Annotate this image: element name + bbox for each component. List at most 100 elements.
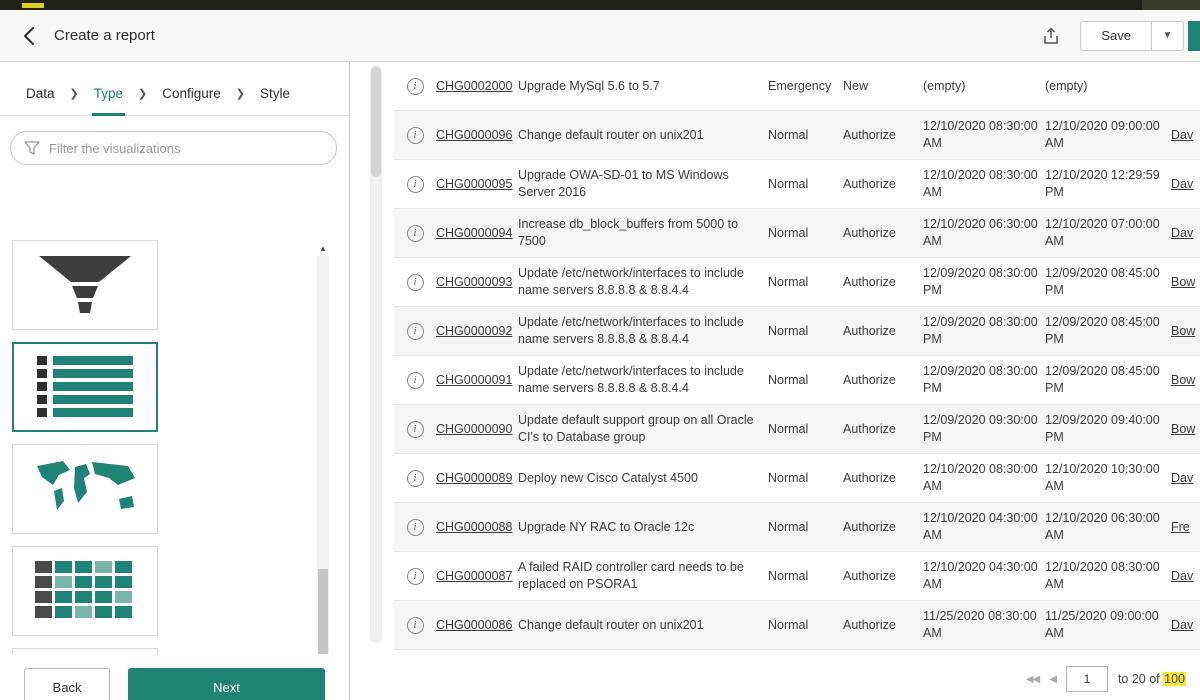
chevron-right-icon: ❯ (138, 87, 147, 100)
change-description: Update /etc/network/interfaces to includ… (518, 265, 768, 299)
change-assignee-link[interactable]: Bow (1171, 275, 1195, 289)
change-start-date: 12/10/2020 08:30:00 AM (923, 167, 1045, 201)
heatmap-icon (35, 561, 135, 621)
table-row: i CHG0000092 Update /etc/network/interfa… (394, 307, 1200, 356)
change-end-date: (empty) (1045, 78, 1171, 95)
info-icon[interactable]: i (407, 519, 424, 536)
table-scrollbar[interactable] (370, 65, 382, 643)
change-end-date: 12/09/2020 09:40:00 PM (1045, 412, 1171, 446)
next-button[interactable]: Next (128, 668, 325, 700)
table-row: i CHG0000094 Increase db_block_buffers f… (394, 209, 1200, 258)
change-assignee-link[interactable]: Dav (1171, 226, 1193, 240)
change-description: Change default router on unix201 (518, 127, 768, 144)
change-number-link[interactable]: CHG0000091 (436, 373, 512, 387)
info-icon[interactable]: i (407, 78, 424, 95)
change-description: Increase db_block_buffers from 5000 to 7… (518, 216, 768, 250)
chevron-right-icon: ❯ (70, 87, 79, 100)
table-row: i CHG0000089 Deploy new Cisco Catalyst 4… (394, 454, 1200, 503)
report-wizard-panel: Data ❯ Type ❯ Configure ❯ Style (0, 62, 350, 700)
change-number-link[interactable]: CHG0000093 (436, 275, 512, 289)
back-button[interactable]: Back (24, 668, 110, 700)
top-accent-right (1142, 0, 1200, 10)
info-icon[interactable]: i (407, 127, 424, 144)
change-description: Upgrade MySql 5.6 to 5.7 (518, 78, 768, 95)
change-description: Update default support group on all Orac… (518, 412, 768, 446)
info-icon[interactable]: i (407, 323, 424, 340)
first-page-button[interactable]: ◀◀ (1026, 674, 1039, 685)
change-assignee-link[interactable]: Bow (1171, 422, 1195, 436)
visualization-type-list (0, 228, 349, 700)
chevron-right-icon: ❯ (236, 87, 245, 100)
save-button[interactable]: Save (1080, 21, 1152, 51)
change-number-link[interactable]: CHG0000090 (436, 422, 512, 436)
info-icon[interactable]: i (407, 176, 424, 193)
info-icon[interactable]: i (407, 372, 424, 389)
visualization-filter-input[interactable] (10, 131, 337, 165)
change-assignee-link[interactable]: Bow (1171, 324, 1195, 338)
change-number-link[interactable]: CHG0000087 (436, 569, 512, 583)
change-priority: Normal (768, 471, 843, 485)
change-assignee-link[interactable]: Dav (1171, 128, 1193, 142)
change-priority: Normal (768, 128, 843, 142)
back-arrow-icon[interactable] (16, 23, 42, 49)
change-state: Authorize (843, 324, 923, 338)
table-row: i CHG0000088 Upgrade NY RAC to Oracle 12… (394, 503, 1200, 552)
change-assignee-link[interactable]: Dav (1171, 569, 1193, 583)
change-start-date: 11/25/2020 08:30:00 AM (923, 608, 1045, 642)
tab-style[interactable]: Style (258, 72, 292, 115)
wizard-breadcrumb: Data ❯ Type ❯ Configure ❯ Style (0, 72, 349, 116)
info-icon[interactable]: i (407, 617, 424, 634)
change-assignee-link[interactable]: Bow (1171, 373, 1195, 387)
change-state: Authorize (843, 128, 923, 142)
change-number-link[interactable]: CHG0000094 (436, 226, 512, 240)
tab-data[interactable]: Data (24, 72, 57, 115)
change-assignee-link[interactable]: Dav (1171, 177, 1193, 191)
change-number-link[interactable]: CHG0002000 (436, 79, 512, 93)
info-icon[interactable]: i (407, 225, 424, 242)
change-number-link[interactable]: CHG0000088 (436, 520, 512, 534)
change-number-link[interactable]: CHG0000096 (436, 128, 512, 142)
viz-list-thumbnail[interactable] (12, 342, 158, 432)
cropped-teal-button[interactable] (1188, 21, 1200, 51)
change-priority: Normal (768, 373, 843, 387)
table-scrollbar-thumb[interactable] (371, 67, 381, 177)
change-state: Authorize (843, 569, 923, 583)
change-number-link[interactable]: CHG0000089 (436, 471, 512, 485)
change-assignee-link[interactable]: Dav (1171, 471, 1193, 485)
viz-funnel-thumbnail[interactable] (12, 240, 158, 330)
list-pagination: ◀◀ ◀ to 20 of 100 (1026, 666, 1186, 692)
scroll-up-icon[interactable]: ▲ (316, 244, 330, 253)
change-end-date: 12/10/2020 07:00:00 AM (1045, 216, 1171, 250)
change-priority: Normal (768, 275, 843, 289)
info-icon[interactable]: i (407, 470, 424, 487)
change-number-link[interactable]: CHG0000092 (436, 324, 512, 338)
change-assignee-link[interactable]: Fre (1171, 520, 1190, 534)
change-state: Authorize (843, 422, 923, 436)
info-icon[interactable]: i (407, 421, 424, 438)
tab-configure[interactable]: Configure (160, 72, 223, 115)
viz-list-scrollbar[interactable]: ▲ ▼ (316, 244, 330, 700)
tab-type[interactable]: Type (92, 72, 125, 115)
change-description: Update /etc/network/interfaces to includ… (518, 363, 768, 397)
change-start-date: 12/10/2020 04:30:00 AM (923, 510, 1045, 544)
viz-heatmap-thumbnail[interactable] (12, 546, 158, 636)
page-number-input[interactable] (1066, 666, 1108, 692)
viz-world-map-thumbnail[interactable] (12, 444, 158, 534)
change-state: Authorize (843, 226, 923, 240)
scrollbar-thumb[interactable] (318, 569, 328, 661)
change-number-link[interactable]: CHG0000086 (436, 618, 512, 632)
change-end-date: 12/10/2020 10:30:00 AM (1045, 461, 1171, 495)
share-export-icon[interactable] (1036, 21, 1066, 51)
change-number-link[interactable]: CHG0000095 (436, 177, 512, 191)
table-row: i CHG0000086 Change default router on un… (394, 601, 1200, 650)
info-icon[interactable]: i (407, 274, 424, 291)
row-range-label: to 20 of 100 (1118, 672, 1186, 686)
table-row: i CHG0002000 Upgrade MySql 5.6 to 5.7 Em… (394, 62, 1200, 111)
previous-page-button[interactable]: ◀ (1049, 674, 1056, 685)
save-dropdown-button[interactable]: ▼ (1152, 21, 1184, 51)
table-row: i CHG0000095 Upgrade OWA-SD-01 to MS Win… (394, 160, 1200, 209)
change-start-date: 12/10/2020 04:30:00 AM (923, 559, 1045, 593)
info-icon[interactable]: i (407, 568, 424, 585)
change-description: A failed RAID controller card needs to b… (518, 559, 768, 593)
change-assignee-link[interactable]: Dav (1171, 618, 1193, 632)
